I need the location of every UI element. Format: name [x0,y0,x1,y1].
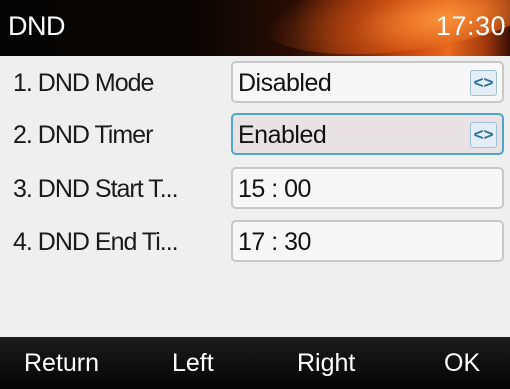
row-label: 3. DND Start T... [13,175,179,203]
row-label: 4. DND End Ti... [13,228,179,256]
softkey-left[interactable]: Left [172,349,214,378]
softkey-ok[interactable]: OK [444,349,480,378]
field-value: Disabled [238,69,332,97]
dnd-end-time-field[interactable]: 17 : 30 [231,220,504,262]
field-value: 15 : 00 [238,175,311,203]
softkey-return[interactable]: Return [24,349,99,378]
clock: 17:30 [435,11,506,41]
row-dnd-mode[interactable]: 1. DND Mode Disabled <> [0,59,510,109]
left-right-arrows-icon[interactable]: <> [470,70,497,96]
row-dnd-end-time[interactable]: 4. DND End Ti... 17 : 30 [0,218,510,268]
row-label: 2. DND Timer [13,121,153,149]
row-dnd-timer[interactable]: 2. DND Timer Enabled <> [0,111,510,161]
dnd-start-time-field[interactable]: 15 : 00 [231,167,504,209]
title-bar: DND 17:30 [0,0,510,56]
softkey-bar: Return Left Right OK [0,337,510,389]
field-value: 17 : 30 [238,228,311,256]
field-value: Enabled [238,121,327,149]
softkey-right[interactable]: Right [297,349,355,378]
dnd-screen: DND 17:30 1. DND Mode Disabled <> 2. DND… [0,0,510,389]
row-dnd-start-time[interactable]: 3. DND Start T... 15 : 00 [0,165,510,215]
settings-list: 1. DND Mode Disabled <> 2. DND Timer Ena… [0,56,510,337]
dnd-timer-select[interactable]: Enabled <> [231,113,504,155]
row-label: 1. DND Mode [13,69,154,97]
left-right-arrows-icon[interactable]: <> [470,122,497,148]
page-title: DND [8,11,66,41]
dnd-mode-select[interactable]: Disabled <> [231,61,504,103]
